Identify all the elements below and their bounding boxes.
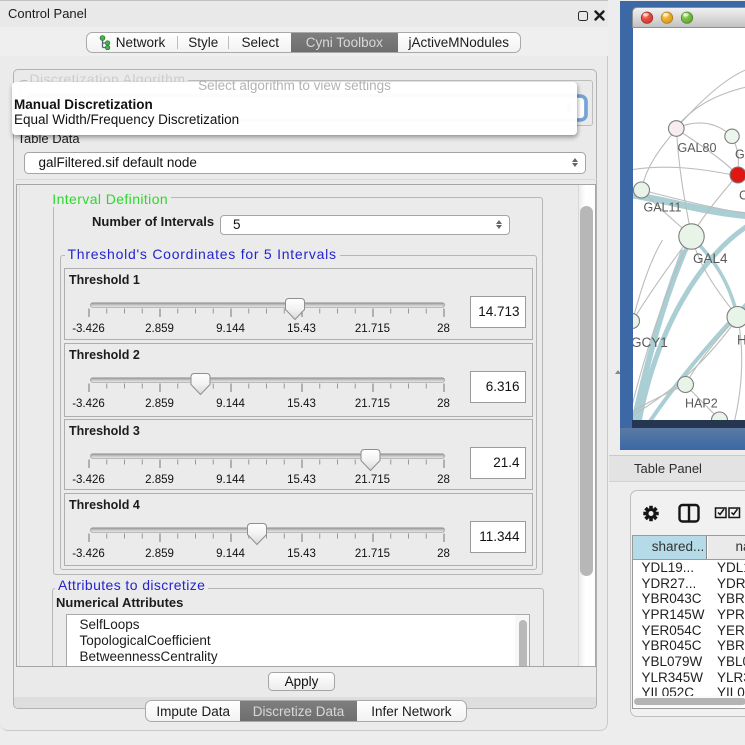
svg-text:H: H <box>737 333 745 348</box>
svg-text:GAL4: GAL4 <box>693 251 728 266</box>
svg-text:GAL11: GAL11 <box>643 201 681 215</box>
svg-text:GAL80: GAL80 <box>677 141 716 155</box>
svg-text:CD: CD <box>739 189 745 203</box>
svg-text:GCY1: GCY1 <box>633 335 668 350</box>
svg-text:HAP2: HAP2 <box>685 397 718 411</box>
svg-text:GA: GA <box>735 148 745 162</box>
